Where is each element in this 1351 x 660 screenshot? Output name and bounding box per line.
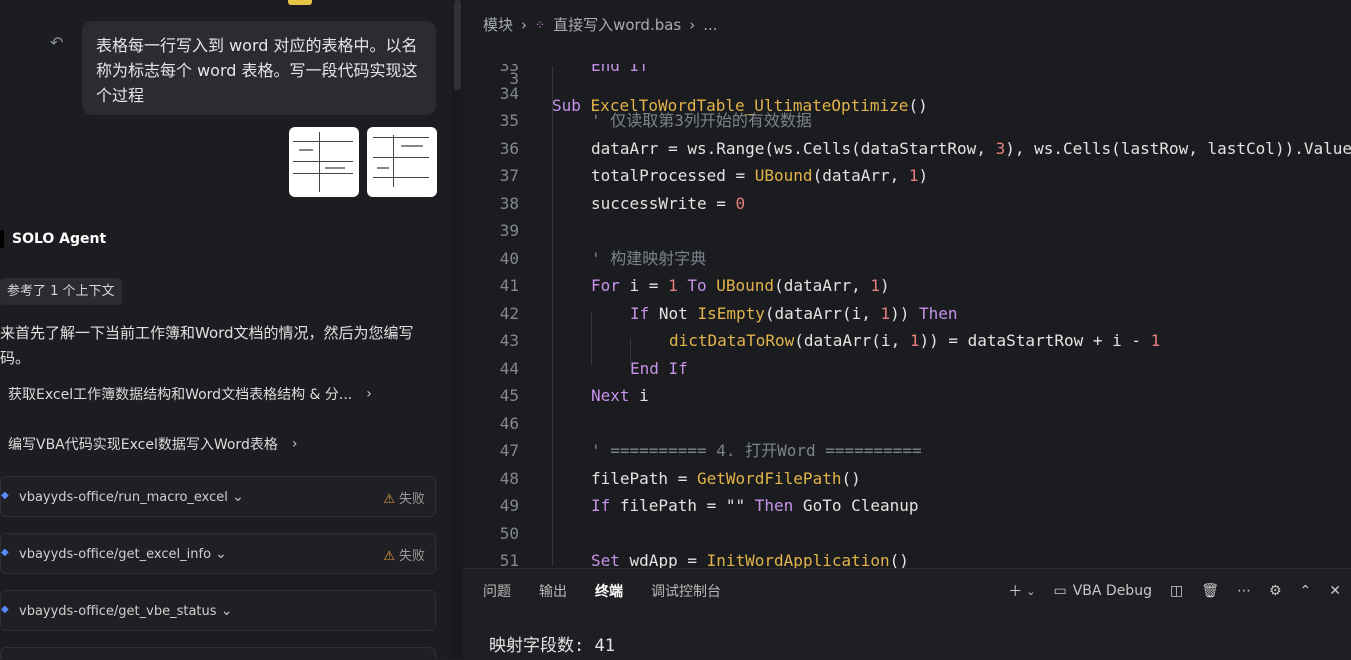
tool-call-card[interactable]: ◆ vbayyds-office/get_vbe_status ⌄ [0,590,436,631]
status-failed: ⚠ 失败 [383,492,425,507]
tool-call-card[interactable] [0,647,436,659]
status-failed: ⚠ 失败 [383,549,425,564]
trash-icon[interactable]: 🗑 [1201,583,1219,599]
panel-toolbar: ＋ ⌄ ▭ VBA Debug ◫ 🗑 ⋯ ⚙ ⌃ ✕ [1008,581,1341,601]
agent-name: SOLO Agent [12,231,107,247]
split-icon[interactable]: ◫ [1170,583,1183,599]
scroll-thumb[interactable] [454,0,461,90]
undo-icon[interactable]: ↶ [50,33,68,52]
tool-icon: ◆ [1,604,9,615]
tool-name: vbayyds-office/get_vbe_status ⌄ [19,603,233,619]
context-badge[interactable]: 参考了 1 个上下文 [0,278,122,305]
breadcrumb-item[interactable]: 直接写入word.bas [553,14,681,35]
chevron-up-icon[interactable]: ⌃ [1300,583,1312,599]
tool-call-card[interactable]: ◆ vbayyds-office/run_macro_excel ⌄ ⚠ 失败 [0,476,436,517]
chevron-right-icon: › [689,15,696,34]
indent-guide [552,66,553,566]
agent-avatar [0,230,4,248]
settings-icon[interactable]: ⚙ [1269,583,1282,599]
step-item[interactable]: 获取Excel工作簿数据结构和Word文档表格结构 & 分... › [8,384,372,404]
tool-name: vbayyds-office/get_excel_info ⌄ [19,546,227,562]
step-label: 编写VBA代码实现Excel数据写入Word表格 [8,437,278,453]
breadcrumb-item[interactable]: 模块 [483,14,513,35]
user-message: 表格每一行写入到 word 对应的表格中。以名称为标志每个 word 表格。写一… [82,21,436,115]
tool-name: vbayyds-office/run_macro_excel ⌄ [19,489,244,505]
attachment-thumbnail[interactable] [367,127,437,197]
agent-header: SOLO Agent [0,230,106,248]
tab-problems[interactable]: 问题 [483,581,511,601]
tab-debug-console[interactable]: 调试控制台 [651,581,721,601]
attachment-thumbnail[interactable] [289,127,359,197]
top-marker [288,0,312,5]
tool-icon: ◆ [1,547,9,558]
chevron-right-icon: › [521,15,528,34]
agent-paragraph: 来首先了解一下当前工作簿和Word文档的情况，然后为您编写码。 [0,324,414,367]
terminal-icon: ▭ [1053,583,1067,599]
chevron-right-icon: › [366,386,372,402]
sticky-scroll-header[interactable]: 3 Sub ExcelToWordTable_UltimateOptimize(… [463,38,1351,115]
panel-tabs: 问题 输出 终端 调试控制台 [483,574,721,608]
more-icon[interactable]: ⋯ [1237,583,1251,599]
indent-guide [591,311,592,365]
terminal-output: 映射字段数: 41 [489,636,615,656]
code-editor[interactable]: 模块 › ⁘ 直接写入word.bas › ... 33 End If 34 35… [463,0,1351,568]
tab-terminal[interactable]: 终端 [589,574,629,608]
file-icon: ⁘ [535,17,546,32]
attachments [289,127,437,197]
add-terminal-icon[interactable]: ＋ [1008,581,1022,601]
tool-call-card[interactable]: ◆ vbayyds-office/get_excel_info ⌄ ⚠ 失败 [0,533,436,574]
tool-icon: ◆ [1,490,9,501]
breadcrumb: 模块 › ⁘ 直接写入word.bas › ... [483,14,718,35]
editor-scrollbar[interactable] [1341,38,1351,568]
chat-panel: ↶ 表格每一行写入到 word 对应的表格中。以名称为标志每个 word 表格。… [0,0,452,659]
debug-label[interactable]: VBA Debug [1073,583,1152,599]
chevron-right-icon: › [291,436,298,452]
step-item[interactable]: 编写VBA代码实现Excel数据写入Word表格 › [8,434,297,454]
bottom-panel: 问题 输出 终端 调试控制台 ＋ ⌄ ▭ VBA Debug ◫ 🗑 ⋯ ⚙ ⌃… [463,568,1351,660]
code-line: 3 Sub ExcelToWordTable_UltimateOptimize(… [509,69,928,115]
breadcrumb-item[interactable]: ... [703,16,717,34]
tab-output[interactable]: 输出 [539,581,567,601]
step-label: 获取Excel工作簿数据结构和Word文档表格结构 & 分... [8,387,353,403]
warning-icon: ⚠ [383,549,395,564]
close-icon[interactable]: ✕ [1329,583,1341,599]
chat-scrollbar[interactable] [452,0,463,659]
warning-icon: ⚠ [383,492,395,507]
chevron-down-icon[interactable]: ⌄ [1026,585,1035,598]
